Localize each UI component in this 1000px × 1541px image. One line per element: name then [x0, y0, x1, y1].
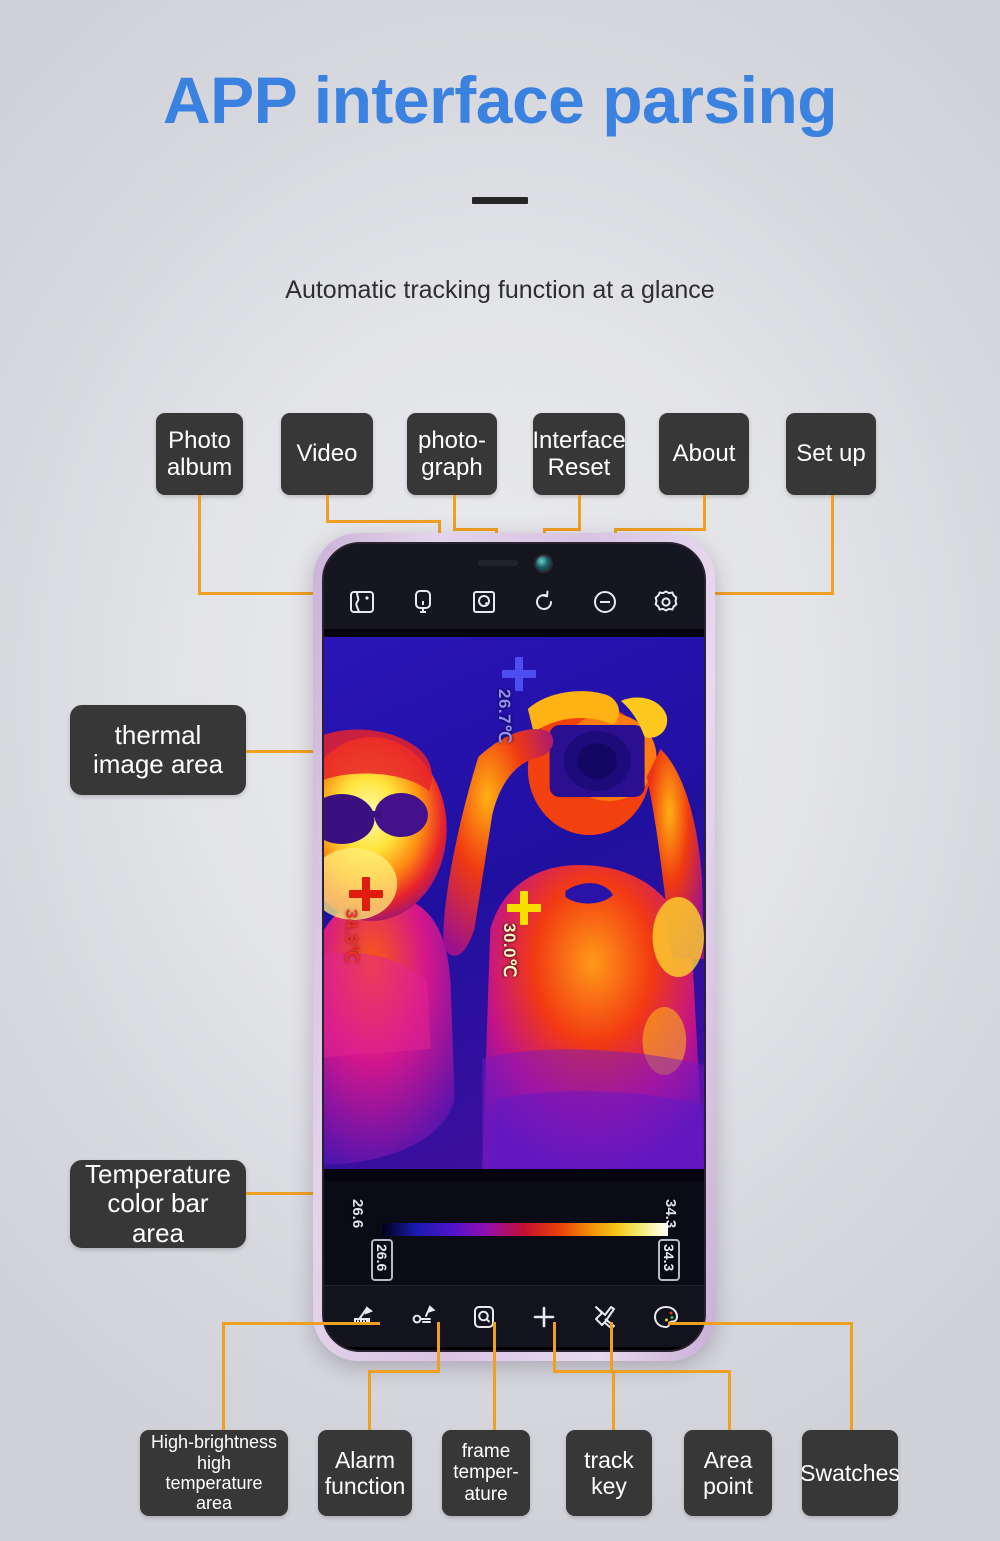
callout-alarm-function[interactable]: Alarm function [318, 1430, 412, 1516]
connector-photograph-v1 [453, 495, 456, 528]
video-icon[interactable] [405, 584, 441, 620]
settings-gear-icon[interactable] [648, 584, 684, 620]
front-camera-icon [535, 555, 551, 571]
callout-track-key[interactable]: track key [566, 1430, 652, 1516]
callout-label: track key [584, 1447, 634, 1499]
page-title: APP interface parsing [162, 63, 838, 137]
crosshair-icon [502, 657, 536, 691]
plus-track-icon[interactable] [526, 1299, 562, 1335]
connector-brightness-v [222, 1322, 225, 1430]
connector-about-h [614, 528, 706, 531]
color-gradient-bar[interactable] [382, 1223, 668, 1236]
connector-area-v2 [728, 1370, 731, 1430]
about-icon[interactable] [587, 584, 623, 620]
callout-high-brightness-area[interactable]: High-brightness high temperature area [140, 1430, 288, 1516]
callout-label: Interface Reset [532, 426, 626, 481]
crosshair-icon [349, 877, 383, 911]
callout-label: About [672, 440, 736, 468]
connector-video-v1 [326, 495, 329, 520]
colorbar-low-label: 26.6 [349, 1199, 366, 1229]
frame-temperature-icon[interactable] [466, 1299, 502, 1335]
phone-notch [437, 544, 591, 582]
callout-label: thermal image area [92, 719, 224, 779]
connector-alarm-h [368, 1370, 440, 1373]
alarm-icon[interactable] [405, 1299, 441, 1335]
callout-label: Swatches [800, 1460, 900, 1486]
colorbar-low-handle[interactable]: 26.6 [371, 1239, 393, 1281]
callout-photo-album[interactable]: Photo album [156, 413, 243, 495]
connector-brightness-h [222, 1322, 380, 1325]
callout-label: Set up [796, 440, 866, 468]
connector-area-v1 [610, 1322, 613, 1370]
marker-value: 26.7℃ [495, 689, 514, 744]
callout-label: Area point [703, 1447, 753, 1499]
callout-about[interactable]: About [659, 413, 749, 495]
colorbar-low-value: 26.6 [374, 1244, 390, 1272]
brightness-ruler-icon[interactable] [344, 1299, 380, 1335]
connector-video-h [326, 520, 441, 523]
colorbar-high-handle[interactable]: 34.3 [658, 1239, 680, 1281]
callout-photograph[interactable]: photo-graph [407, 413, 497, 495]
connector-photograph-h [453, 528, 498, 531]
callout-set-up[interactable]: Set up [786, 413, 876, 495]
center-temp-marker[interactable]: 30.0℃ [500, 891, 541, 978]
area-point-icon[interactable] [587, 1299, 623, 1335]
callout-color-bar-area[interactable]: Temperature color bar area [70, 1158, 246, 1248]
temperature-color-bar-area[interactable]: 26.6 34.3 26.6 34.3 [324, 1181, 704, 1285]
page-subtitle: Automatic tracking function at a glance [285, 276, 715, 304]
palette-icon[interactable] [648, 1299, 684, 1335]
earpiece-speaker-icon [477, 560, 518, 566]
connector-alarm-v2 [368, 1370, 371, 1430]
phone-screen: 26.7℃ 34.3℃ 30.0℃ 26.6 34.3 26.6 34.3 [322, 542, 706, 1352]
callout-label: High-brightness high temperature area [150, 1432, 278, 1514]
callout-interface-reset[interactable]: Interface Reset [532, 413, 626, 495]
callout-label: Video [296, 440, 358, 468]
phone-bottom-bezel [324, 1347, 704, 1350]
connector-track-h [553, 1370, 615, 1373]
phone-mockup: 26.7℃ 34.3℃ 30.0℃ 26.6 34.3 26.6 34.3 [313, 533, 715, 1361]
callout-label: frame temper-ature [453, 1440, 519, 1505]
connector-swatches-v [850, 1322, 853, 1430]
photo-album-icon[interactable] [344, 584, 380, 620]
connector-frame-temp-v [493, 1322, 496, 1430]
colorbar-high-value: 34.3 [661, 1244, 677, 1272]
marker-value: 34.3℃ [342, 909, 361, 964]
crosshair-icon [507, 891, 541, 925]
connector-setup-v [831, 495, 834, 592]
callout-swatches[interactable]: Swatches [800, 1430, 900, 1516]
marker-value: 30.0℃ [500, 923, 519, 978]
interface-reset-icon[interactable] [526, 584, 562, 620]
callout-label: Photo album [166, 426, 233, 481]
callout-frame-temperature[interactable]: frame temper-ature [442, 1430, 530, 1516]
connector-area-h [610, 1370, 731, 1373]
min-temp-marker[interactable]: 26.7℃ [495, 657, 536, 744]
max-temp-marker[interactable]: 34.3℃ [342, 877, 383, 964]
title-divider [472, 197, 528, 204]
callout-label: Temperature color bar area [85, 1158, 231, 1248]
callout-label: Alarm function [324, 1447, 406, 1499]
connector-track-v2 [612, 1370, 615, 1430]
connector-alarm-v1 [437, 1322, 440, 1370]
thermal-image-area[interactable]: 26.7℃ 34.3℃ 30.0℃ [324, 629, 704, 1181]
app-bottom-toolbar [324, 1285, 704, 1347]
callout-label: photo-graph [417, 426, 487, 481]
photograph-icon[interactable] [466, 584, 502, 620]
connector-about-v1 [703, 495, 706, 528]
callout-thermal-image-area[interactable]: thermal image area [70, 705, 246, 795]
connector-swatches-h [668, 1322, 853, 1325]
connector-reset-h [543, 528, 581, 531]
connector-track-v1 [553, 1322, 556, 1370]
callout-video[interactable]: Video [281, 413, 373, 495]
callout-area-point[interactable]: Area point [684, 1430, 772, 1516]
connector-reset-v1 [578, 495, 581, 528]
connector-photo-album-v [198, 495, 201, 592]
